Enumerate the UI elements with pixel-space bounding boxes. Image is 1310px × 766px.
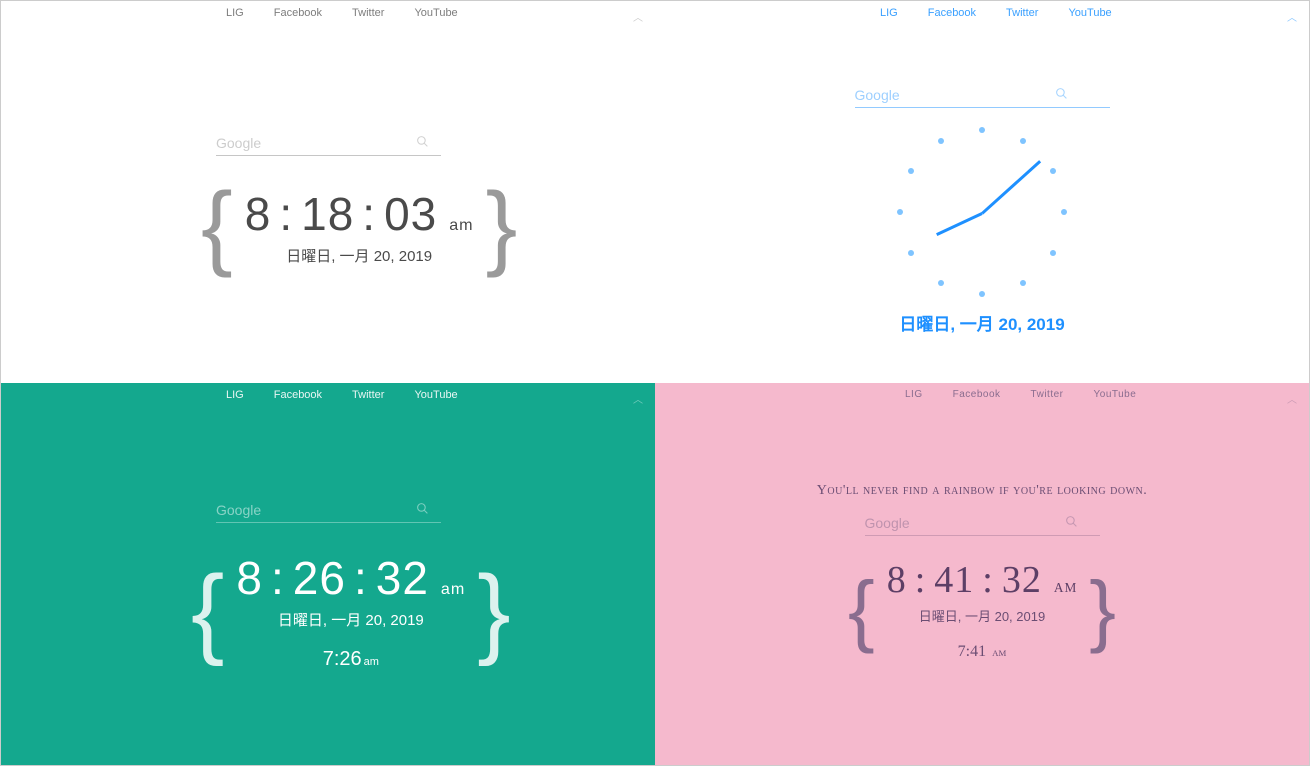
top-nav: LIG Facebook Twitter YouTube <box>226 7 458 19</box>
collapse-icon[interactable]: ︿ <box>633 9 643 24</box>
nav-link-twitter[interactable]: Twitter <box>1006 7 1038 19</box>
digital-clock: { 8:18:03am 日曜日, 一月 20, 2019 } <box>201 184 517 270</box>
digital-clock: { 8:41:32AM 日曜日, 一月 20, 2019 7:41 AM } <box>848 558 1116 661</box>
theme-grid: LIG Facebook Twitter YouTube ︿ { 8:18:03… <box>1 1 1309 765</box>
top-nav: LIG Facebook Twitter YouTube <box>905 389 1136 400</box>
date-display: 日曜日, 一月 20, 2019 <box>919 606 1045 625</box>
search-bar[interactable] <box>865 511 1100 536</box>
collapse-icon[interactable]: ︿ <box>633 391 643 406</box>
brace-left: { <box>201 184 233 270</box>
sub-minutes: 26 <box>339 648 361 670</box>
seconds: 32 <box>376 551 429 605</box>
search-bar[interactable] <box>216 498 441 523</box>
hours: 8 <box>887 558 907 602</box>
clock-hour-marker <box>979 291 985 297</box>
time-display: 8:26:32am <box>236 551 465 605</box>
nav-link-youtube[interactable]: YouTube <box>1094 389 1137 400</box>
brace-right: } <box>477 566 510 656</box>
secondary-time: 7:41 AM <box>958 643 1007 661</box>
top-nav: LIG Facebook Twitter YouTube <box>226 389 458 401</box>
minutes: 41 <box>934 558 974 602</box>
minute-hand <box>981 160 1041 214</box>
search-input[interactable] <box>216 498 416 522</box>
date-display: 日曜日, 一月 20, 2019 <box>286 245 432 266</box>
quote-text: You'll never find a rainbow if you're lo… <box>817 483 1147 499</box>
nav-link-lig[interactable]: LIG <box>226 389 244 401</box>
search-input[interactable] <box>216 131 416 155</box>
clock-hour-marker <box>1050 250 1056 256</box>
ampm: am <box>441 580 465 599</box>
nav-link-facebook[interactable]: Facebook <box>274 389 322 401</box>
sub-hours: 7 <box>958 643 966 660</box>
nav-link-facebook[interactable]: Facebook <box>274 7 322 19</box>
nav-link-youtube[interactable]: YouTube <box>414 7 457 19</box>
seconds: 03 <box>384 187 437 241</box>
nav-link-facebook[interactable]: Facebook <box>953 389 1001 400</box>
date-display: 日曜日, 一月 20, 2019 <box>899 310 1064 335</box>
clock-hour-marker <box>1061 209 1067 215</box>
hour-hand <box>936 212 983 236</box>
analog-clock <box>892 122 1072 302</box>
time-display: 8:41:32AM <box>887 558 1078 602</box>
clock-hour-marker <box>908 250 914 256</box>
brace-right: } <box>1089 574 1116 646</box>
secondary-time: 7:26am <box>323 648 379 671</box>
panel-light-analog: LIG Facebook Twitter YouTube ︿ 日曜日, 一月 2… <box>655 1 1309 383</box>
clock-hour-marker <box>1020 138 1026 144</box>
nav-link-twitter[interactable]: Twitter <box>352 7 384 19</box>
sub-hours: 7 <box>323 648 334 670</box>
nav-link-lig[interactable]: LIG <box>226 7 244 19</box>
search-bar[interactable] <box>855 83 1110 108</box>
clock-hour-marker <box>938 138 944 144</box>
nav-link-twitter[interactable]: Twitter <box>1031 389 1064 400</box>
clock-hour-marker <box>1050 168 1056 174</box>
panel-teal-digital: LIG Facebook Twitter YouTube ︿ { 8:26:32… <box>1 383 655 765</box>
search-icon[interactable] <box>1055 87 1068 103</box>
ampm: am <box>449 216 473 235</box>
panel-light-digital: LIG Facebook Twitter YouTube ︿ { 8:18:03… <box>1 1 655 383</box>
minutes: 18 <box>301 187 354 241</box>
clock-hour-marker <box>1020 280 1026 286</box>
sub-ampm: AM <box>992 648 1006 658</box>
seconds: 32 <box>1002 558 1042 602</box>
search-icon[interactable] <box>1065 515 1078 531</box>
nav-link-lig[interactable]: LIG <box>905 389 923 400</box>
nav-link-twitter[interactable]: Twitter <box>352 389 384 401</box>
panel-pink-digital: LIG Facebook Twitter YouTube ︿ You'll ne… <box>655 383 1309 765</box>
nav-link-youtube[interactable]: YouTube <box>1068 7 1111 19</box>
digital-clock: { 8:26:32am 日曜日, 一月 20, 2019 7:26am } <box>191 551 511 671</box>
search-icon[interactable] <box>416 135 429 151</box>
search-icon[interactable] <box>416 502 429 518</box>
nav-link-facebook[interactable]: Facebook <box>928 7 976 19</box>
search-input[interactable] <box>865 511 1065 535</box>
nav-link-youtube[interactable]: YouTube <box>414 389 457 401</box>
collapse-icon[interactable]: ︿ <box>1287 9 1297 24</box>
search-bar[interactable] <box>216 131 441 156</box>
collapse-icon[interactable]: ︿ <box>1287 391 1297 406</box>
nav-link-lig[interactable]: LIG <box>880 7 898 19</box>
sub-minutes: 41 <box>970 643 986 660</box>
ampm: AM <box>1054 580 1077 596</box>
brace-left: { <box>191 566 224 656</box>
clock-hour-marker <box>908 168 914 174</box>
hours: 8 <box>245 187 272 241</box>
clock-hour-marker <box>979 127 985 133</box>
hours: 8 <box>236 551 263 605</box>
search-input[interactable] <box>855 83 1055 107</box>
date-display: 日曜日, 一月 20, 2019 <box>278 609 424 630</box>
clock-hour-marker <box>938 280 944 286</box>
time-display: 8:18:03am <box>245 187 474 241</box>
brace-left: { <box>848 574 875 646</box>
minutes: 26 <box>293 551 346 605</box>
top-nav: LIG Facebook Twitter YouTube <box>880 7 1112 19</box>
brace-right: } <box>486 184 518 270</box>
sub-ampm: am <box>364 656 379 668</box>
clock-hour-marker <box>897 209 903 215</box>
